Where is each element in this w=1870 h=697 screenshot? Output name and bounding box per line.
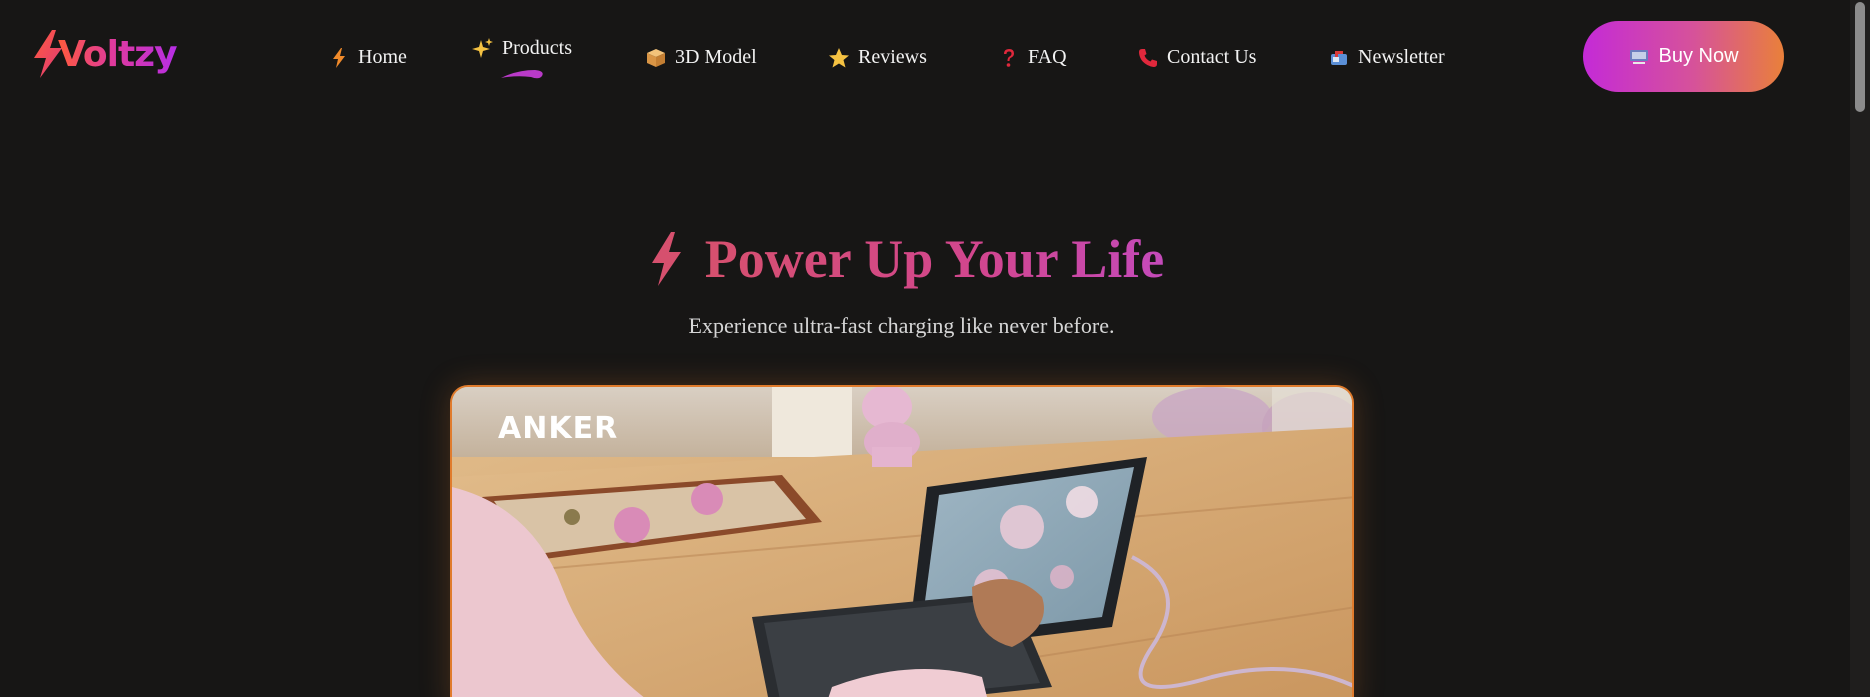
nav-3d-model[interactable]: 3D Model: [645, 46, 757, 69]
nav-3d-model-label: 3D Model: [675, 46, 757, 68]
scrollbar-thumb[interactable]: [1855, 2, 1865, 112]
buy-now-button[interactable]: Buy Now: [1583, 21, 1784, 92]
buy-now-label: Buy Now: [1658, 45, 1739, 67]
anker-watermark: ANKER: [498, 411, 619, 446]
nav-home[interactable]: Home: [328, 46, 407, 69]
nav-home-label: Home: [358, 46, 407, 68]
nav-reviews[interactable]: Reviews: [828, 46, 927, 69]
brand-logo[interactable]: Voltzy: [32, 30, 178, 78]
cart-icon: [1628, 46, 1650, 68]
active-indicator: [501, 70, 543, 79]
star-icon: [828, 47, 850, 69]
mailbox-icon: [1328, 47, 1350, 69]
nav-products[interactable]: Products: [472, 37, 572, 60]
nav-products-label: Products: [502, 37, 572, 59]
question-icon: [998, 47, 1020, 69]
hero-title: Power Up Your Life: [704, 229, 1165, 289]
hero-subtitle: Experience ultra-fast charging like neve…: [688, 313, 1115, 338]
top-navbar: Voltzy Home Products 3D Model Reviews FA…: [0, 0, 1850, 116]
nav-contact-us[interactable]: Contact Us: [1137, 46, 1256, 69]
lightning-icon: [328, 47, 350, 69]
nav-newsletter[interactable]: Newsletter: [1328, 46, 1445, 69]
nav-newsletter-label: Newsletter: [1358, 46, 1445, 68]
sparkles-icon: [472, 37, 494, 60]
nav-faq[interactable]: FAQ: [998, 46, 1067, 69]
hero-heading: Power Up Your Life: [0, 228, 1813, 290]
phone-icon: [1137, 47, 1159, 69]
hero-video[interactable]: ANKER: [450, 385, 1354, 697]
lightning-icon: [651, 232, 681, 286]
nav-contact-us-label: Contact Us: [1167, 46, 1257, 68]
nav-reviews-label: Reviews: [858, 46, 927, 68]
nav-faq-label: FAQ: [1028, 46, 1067, 68]
package-icon: [645, 47, 667, 69]
page-scrollbar[interactable]: [1850, 0, 1870, 697]
brand-name: Voltzy: [58, 33, 178, 75]
